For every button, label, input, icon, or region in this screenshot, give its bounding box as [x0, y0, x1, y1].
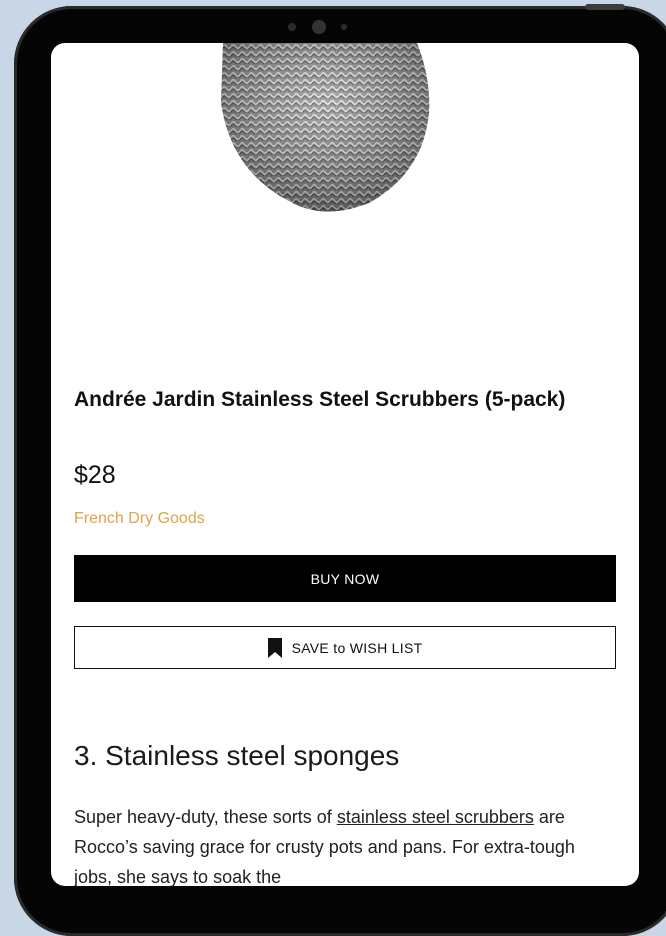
- save-to-wishlist-label: SAVE to WISH LIST: [291, 639, 423, 656]
- section-heading: 3. Stainless steel sponges: [74, 740, 400, 771]
- stainless-steel-scrubbers-link[interactable]: stainless steel scrubbers: [337, 807, 534, 827]
- bookmark-icon: [267, 637, 282, 658]
- tablet-side-button: [585, 4, 625, 10]
- buy-now-label: BUY NOW: [310, 570, 380, 587]
- article-text-part1: Super heavy-duty, these sorts of: [74, 807, 337, 827]
- brand-link[interactable]: French Dry Goods: [74, 510, 205, 528]
- product-price: $28: [74, 461, 116, 489]
- camera-sensor-right: [341, 24, 347, 30]
- camera-sensor-left: [288, 23, 296, 31]
- article-paragraph: Super heavy-duty, these sorts of stainle…: [74, 802, 599, 886]
- buy-now-button[interactable]: BUY NOW: [74, 555, 616, 602]
- product-title: Andrée Jardin Stainless Steel Scrubbers …: [74, 388, 566, 411]
- camera-lens: [312, 20, 326, 34]
- product-image: [221, 43, 430, 212]
- screen: Andrée Jardin Stainless Steel Scrubbers …: [51, 43, 639, 886]
- save-to-wishlist-button[interactable]: SAVE to WISH LIST: [74, 626, 616, 669]
